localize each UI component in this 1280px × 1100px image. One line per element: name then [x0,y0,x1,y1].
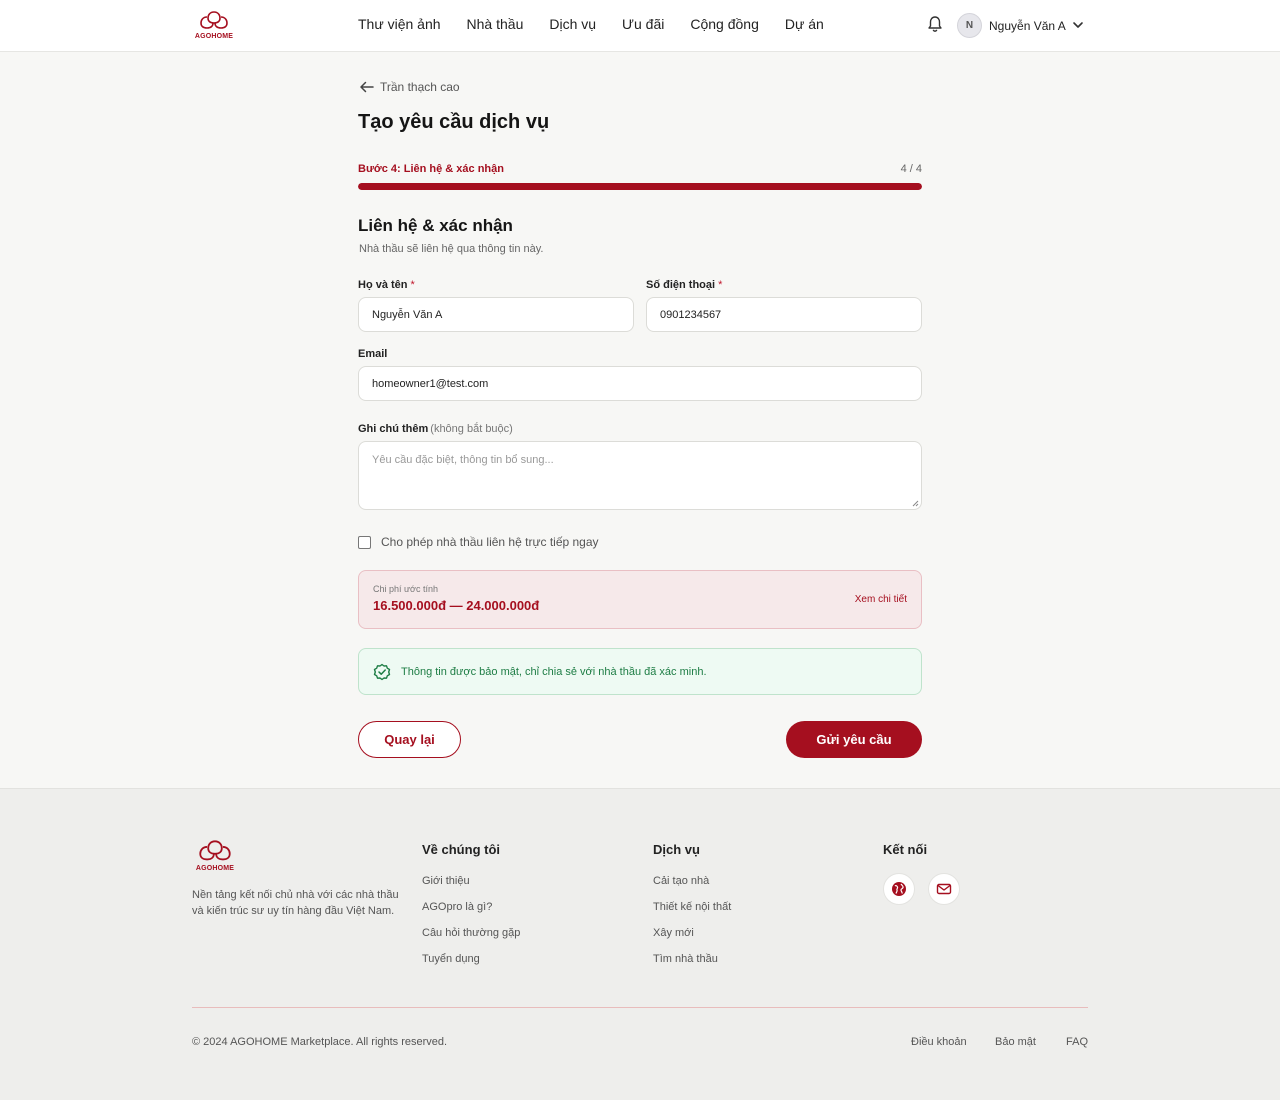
back-link-label: Trần thạch cao [380,80,460,94]
footer-link-new-build[interactable]: Xây mới [653,927,731,942]
footer-link-renovation[interactable]: Cải tạo nhà [653,875,731,890]
footer-link-find-contractor[interactable]: Tìm nhà thầu [653,953,731,968]
mail-icon [936,883,952,895]
note-label: Ghi chú thêm (không bắt buộc) [358,423,513,435]
section-title: Liên hệ & xác nhận [358,216,513,235]
required-mark: * [410,279,415,291]
nav-item-contractors[interactable]: Nhà thầu [467,16,524,32]
back-link[interactable]: Trần thạch cao [359,80,460,94]
progress-bar [358,183,922,190]
submit-request-button[interactable]: Gửi yêu cầu [786,721,922,758]
phone-label: Số điện thoại * [646,279,722,291]
required-mark: * [718,279,723,291]
name-label-text: Họ và tên [358,279,408,291]
footer-about-title: Về chúng tôi [422,842,500,857]
email-input[interactable]: homeowner1@test.com [358,366,922,401]
footer-logo[interactable]: AGOHOME [192,839,238,875]
progress-bar-fill [358,183,922,190]
security-notice: Thông tin được bảo mật, chỉ chia sẻ với … [358,648,922,695]
footer-description: Nền tảng kết nối chủ nhà với các nhà thầ… [192,889,399,917]
footer-link-interior-design[interactable]: Thiết kế nội thất [653,901,731,916]
security-notice-text: Thông tin được bảo mật, chỉ chia sẻ với … [401,665,707,678]
footer-link-terms[interactable]: Điều khoản [911,1036,967,1048]
note-textarea[interactable]: Yêu cầu đặc biệt, thông tin bổ sung... [358,441,922,510]
email-label: Email [358,348,388,360]
verified-badge-icon [373,663,391,680]
arrow-left-icon [360,81,374,93]
top-header: AGOHOME Thư viện ảnh Nhà thầu Dịch vụ Ưu… [0,0,1280,52]
footer-link-agopro[interactable]: AGOpro là gì? [422,901,520,916]
cost-label: Chi phí ước tính [373,584,438,594]
step-label: Bước 4: Liên hệ & xác nhận [358,163,504,175]
section-subtitle: Nhà thầu sẽ liên hệ qua thông tin này. [359,243,544,255]
logo-mark-icon [200,11,228,29]
cost-estimate-box: Chi phí ước tính 16.500.000đ — 24.000.00… [358,570,922,629]
footer-connect-title: Kết nối [883,842,928,857]
footer-link-privacy[interactable]: Bảo mật [995,1036,1036,1048]
brand-name: AGOHOME [194,33,234,40]
page-title: Tạo yêu cầu dịch vụ [358,111,550,133]
email-button[interactable] [928,873,960,905]
name-input[interactable]: Nguyễn Văn A [358,297,634,332]
copyright-text: © 2024 AGOHOME Marketplace. All rights r… [192,1036,448,1048]
footer-services-column: Dịch vụ Cải tạo nhà Thiết kế nội thất Xâ… [653,842,731,979]
note-label-text: Ghi chú thêm [358,423,429,435]
nav-item-projects[interactable]: Dự án [785,16,824,32]
footer-link-faq-bottom[interactable]: FAQ [1066,1036,1088,1048]
website-button[interactable] [883,873,915,905]
cost-details-link[interactable]: Xem chi tiết [855,594,907,605]
allow-contact-checkbox[interactable] [358,535,371,549]
note-optional-text: (không bắt buộc) [430,423,513,435]
footer-services-title: Dịch vụ [653,842,700,857]
footer-connect-column: Kết nối [883,842,927,875]
notification-bell-icon[interactable] [926,15,944,33]
brand-logo[interactable]: AGOHOME [192,10,236,42]
user-avatar[interactable]: N [957,13,982,38]
nav-item-community[interactable]: Cộng đồng [690,16,759,32]
nav-item-gallery[interactable]: Thư viện ảnh [358,16,441,32]
back-button[interactable]: Quay lại [358,721,461,758]
name-label: Họ và tên * [358,279,415,291]
phone-input[interactable]: 0901234567 [646,297,922,332]
main-nav: Thư viện ảnh Nhà thầu Dịch vụ Ưu đãi Cộn… [358,16,824,32]
cost-value: 16.500.000đ — 24.000.000đ [373,598,540,613]
logo-mark-icon [199,840,231,861]
footer-brand-name: AGOHOME [195,865,235,872]
allow-contact-row[interactable]: Cho phép nhà thầu liên hệ trực tiếp ngay [358,535,599,549]
resize-handle-icon[interactable] [911,499,919,507]
allow-contact-label: Cho phép nhà thầu liên hệ trực tiếp ngay [381,535,599,549]
nav-item-offers[interactable]: Ưu đãi [622,16,664,32]
step-count: 4 / 4 [900,163,922,175]
chevron-down-icon[interactable] [1072,19,1084,31]
footer-link-about[interactable]: Giới thiệu [422,875,520,890]
user-name[interactable]: Nguyễn Văn A [989,19,1066,33]
site-footer: AGOHOME Nền tảng kết nối chủ nhà với các… [0,788,1280,1100]
footer-link-faq[interactable]: Câu hỏi thường gặp [422,927,520,942]
footer-link-careers[interactable]: Tuyển dụng [422,953,520,968]
phone-label-text: Số điện thoại [646,279,716,291]
footer-about-column: Về chúng tôi Giới thiệu AGOpro là gì? Câ… [422,842,520,979]
note-placeholder: Yêu cầu đặc biệt, thông tin bổ sung... [372,454,554,466]
footer-divider [192,1007,1088,1008]
globe-icon [892,882,906,896]
nav-item-services[interactable]: Dịch vụ [549,16,596,32]
